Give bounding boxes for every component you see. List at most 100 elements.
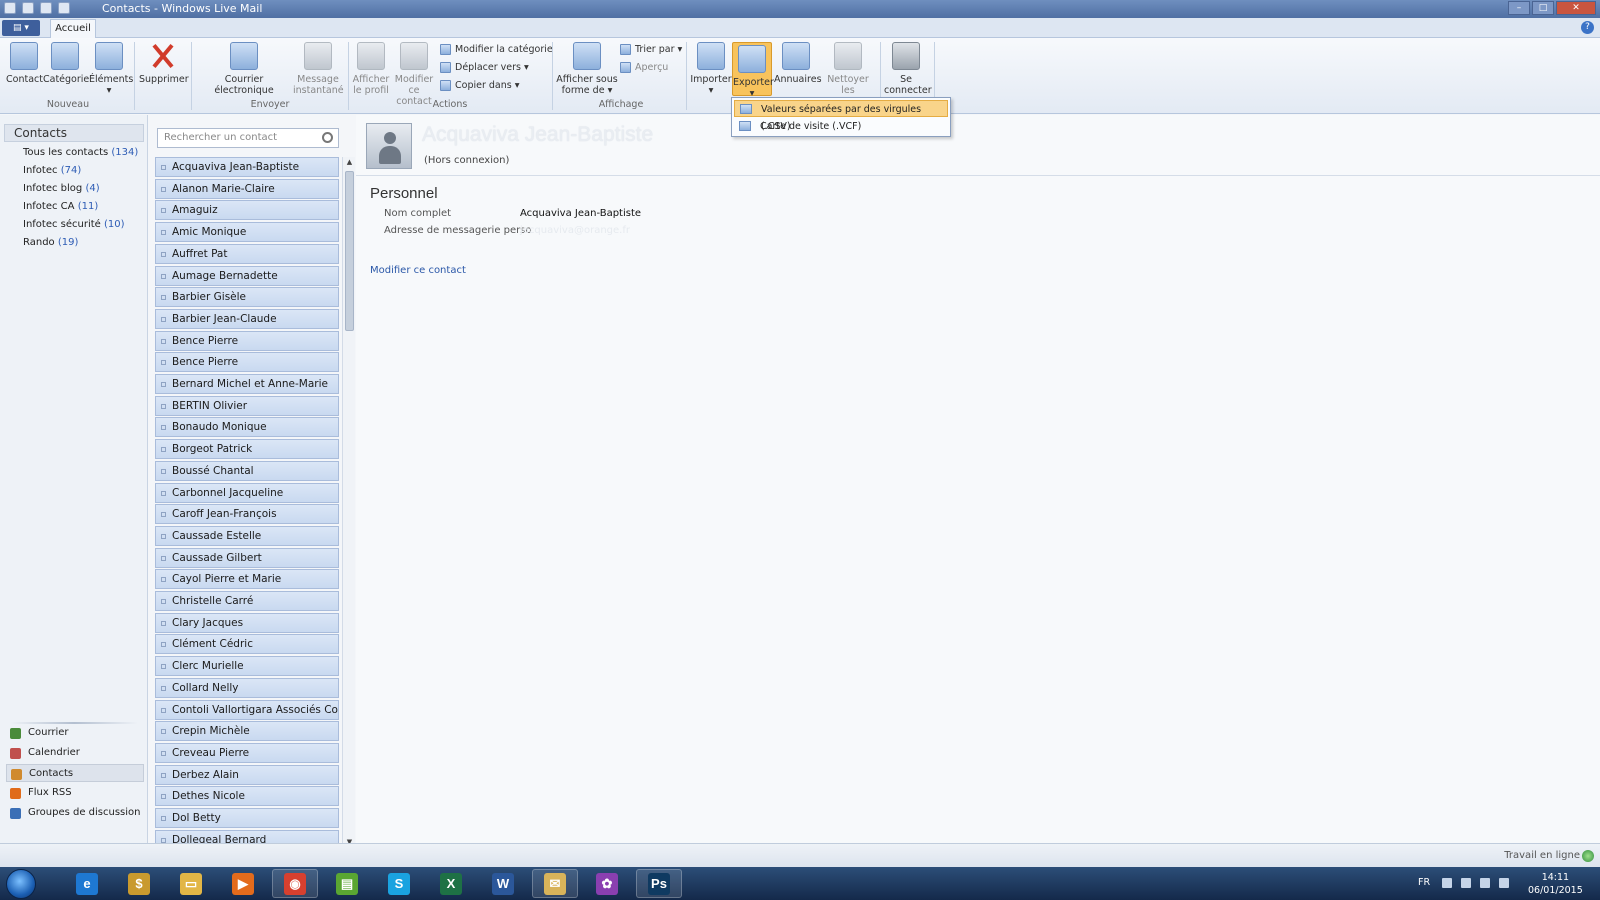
category-item[interactable]: Tous les contacts (134) — [23, 147, 138, 158]
taskbar-button[interactable]: ◉ — [272, 869, 318, 898]
nav-item-mail[interactable]: Courrier — [6, 724, 144, 742]
contact-list-item[interactable]: Barbier Gisèle — [155, 287, 339, 308]
app-menu-button[interactable]: ▤ ▾ — [2, 20, 40, 36]
contact-checkbox[interactable] — [161, 230, 166, 236]
category-item[interactable]: Infotec CA (11) — [23, 201, 98, 212]
contact-list-item[interactable]: Dethes Nicole — [155, 786, 339, 807]
contact-checkbox[interactable] — [161, 338, 166, 344]
contact-list-item[interactable]: Alanon Marie-Claire — [155, 178, 339, 199]
tab-accueil[interactable]: Accueil — [50, 19, 96, 38]
contact-checkbox[interactable] — [161, 642, 166, 648]
view-as-button[interactable]: Afficher sous forme de ▾ — [556, 42, 618, 96]
contact-checkbox[interactable] — [161, 577, 166, 583]
taskbar-button[interactable]: S — [376, 869, 422, 898]
contact-list-item[interactable]: Bence Pierre — [155, 330, 339, 351]
contact-checkbox[interactable] — [161, 316, 166, 322]
contact-checkbox[interactable] — [161, 208, 166, 214]
contact-checkbox[interactable] — [161, 620, 166, 626]
taskbar-button[interactable]: X — [428, 869, 474, 898]
nav-item-rss[interactable]: Flux RSS — [6, 784, 144, 802]
sign-in-button[interactable]: Se connecter — [884, 42, 932, 96]
contact-list-item[interactable]: Caussade Gilbert — [155, 547, 339, 568]
contact-list-item[interactable]: Contoli Vallortigara Associés Co... — [155, 699, 339, 720]
contact-checkbox[interactable] — [161, 837, 166, 843]
edit-contact-button[interactable]: Modifier ce contact — [391, 42, 437, 107]
contact-list-item[interactable]: Aumage Bernadette — [155, 265, 339, 286]
contact-list-item[interactable]: Clary Jacques — [155, 612, 339, 633]
volume-icon[interactable] — [1499, 878, 1509, 888]
contact-list-item[interactable]: Derbez Alain — [155, 764, 339, 785]
delete-button[interactable]: Supprimer — [139, 42, 189, 85]
category-item[interactable]: Infotec blog (4) — [23, 183, 100, 194]
directories-button[interactable]: Annuaires — [774, 42, 822, 85]
contact-list-scrollbar[interactable]: ▲ ▼ — [342, 157, 355, 847]
contact-checkbox[interactable] — [161, 816, 166, 821]
export-vcf-menu-item[interactable]: Carte de visite (.VCF) — [734, 118, 948, 135]
contact-checkbox[interactable] — [161, 468, 166, 474]
contact-list-item[interactable]: Boussé Chantal — [155, 460, 339, 481]
contact-checkbox[interactable] — [161, 382, 166, 387]
contact-checkbox[interactable] — [161, 165, 166, 170]
contact-list-item[interactable]: Christelle Carré — [155, 591, 339, 611]
copy-to-button[interactable]: Copier dans ▾ — [440, 80, 520, 91]
contact-list-item[interactable]: Borgeot Patrick — [155, 439, 339, 460]
contact-checkbox[interactable] — [161, 772, 166, 778]
taskbar-button[interactable]: ▶ — [220, 869, 266, 898]
contact-list-item[interactable]: Crepin Michèle — [155, 721, 339, 742]
contact-checkbox[interactable] — [161, 360, 166, 366]
close-button[interactable]: ✕ — [1556, 1, 1596, 15]
contact-checkbox[interactable] — [161, 555, 166, 561]
folder-pane-header[interactable]: Contacts — [4, 124, 144, 142]
email-value[interactable]: jacquaviva@orange.fr — [520, 225, 630, 236]
category-item[interactable]: Infotec (74) — [23, 165, 81, 176]
contact-checkbox[interactable] — [161, 490, 166, 496]
taskbar-button[interactable]: $ — [116, 869, 162, 898]
contact-list-item[interactable]: Bernard Michel et Anne-Marie — [155, 374, 339, 394]
instant-message-button[interactable]: Message instantané — [293, 42, 344, 96]
help-icon[interactable]: ? — [1581, 21, 1594, 34]
clock[interactable]: 14:11 06/01/2015 — [1528, 871, 1583, 897]
scrollbar-thumb[interactable] — [345, 171, 354, 331]
contact-list-item[interactable]: Clerc Murielle — [155, 656, 339, 677]
contact-list-item[interactable]: Amaguiz — [155, 200, 339, 221]
export-button[interactable]: Exporter ▾ — [732, 42, 774, 99]
send-email-button[interactable]: Courrier électronique — [196, 42, 292, 96]
view-profile-button[interactable]: Afficher le profil — [351, 42, 391, 96]
save-icon[interactable] — [58, 2, 70, 14]
undo-icon[interactable] — [40, 2, 52, 14]
contact-checkbox[interactable] — [161, 750, 166, 756]
taskbar-button[interactable]: ✉ — [532, 869, 578, 898]
export-csv-menu-item[interactable]: Valeurs séparées par des virgules (.CSV) — [734, 100, 948, 132]
contact-list-item[interactable]: Collard Nelly — [155, 677, 339, 698]
contact-checkbox[interactable] — [161, 533, 166, 539]
maximize-button[interactable]: □ — [1532, 1, 1554, 15]
category-item[interactable]: Rando (19) — [23, 237, 78, 248]
language-indicator[interactable]: FR — [1418, 877, 1430, 888]
action-center-flag-icon[interactable] — [1461, 878, 1471, 888]
contact-list-item[interactable]: Bonaudo Monique — [155, 417, 339, 438]
start-button[interactable] — [6, 869, 36, 899]
contact-list-item[interactable]: Clément Cédric — [155, 634, 339, 655]
taskbar-button[interactable]: Ps — [636, 869, 682, 898]
contact-checkbox[interactable] — [161, 295, 166, 301]
minimize-button[interactable]: – — [1508, 1, 1530, 15]
contact-checkbox[interactable] — [161, 425, 166, 431]
contact-checkbox[interactable] — [161, 186, 166, 192]
new-category-button[interactable]: Catégorie — [43, 42, 89, 85]
move-to-button[interactable]: Déplacer vers ▾ — [440, 62, 529, 73]
taskbar-button[interactable]: ▤ — [324, 869, 370, 898]
contact-checkbox[interactable] — [161, 273, 166, 279]
contact-list-item[interactable]: Cayol Pierre et Marie — [155, 569, 339, 590]
contact-checkbox[interactable] — [161, 447, 166, 453]
elements-button[interactable]: Éléments ▾ — [89, 42, 133, 96]
sort-by-button[interactable]: Trier par ▾ — [620, 44, 682, 55]
new-contact-button[interactable]: Contact — [6, 42, 43, 85]
edit-contact-link[interactable]: Modifier ce contact — [370, 265, 466, 276]
contact-checkbox[interactable] — [161, 251, 166, 257]
contact-checkbox[interactable] — [161, 403, 166, 409]
contact-list-item[interactable]: Carbonnel Jacqueline — [155, 482, 339, 503]
taskbar-button[interactable]: e — [64, 869, 110, 898]
contact-list-item[interactable]: Barbier Jean-Claude — [155, 308, 339, 329]
contact-checkbox[interactable] — [161, 599, 166, 604]
contact-list-item[interactable]: Bence Pierre — [155, 352, 339, 373]
